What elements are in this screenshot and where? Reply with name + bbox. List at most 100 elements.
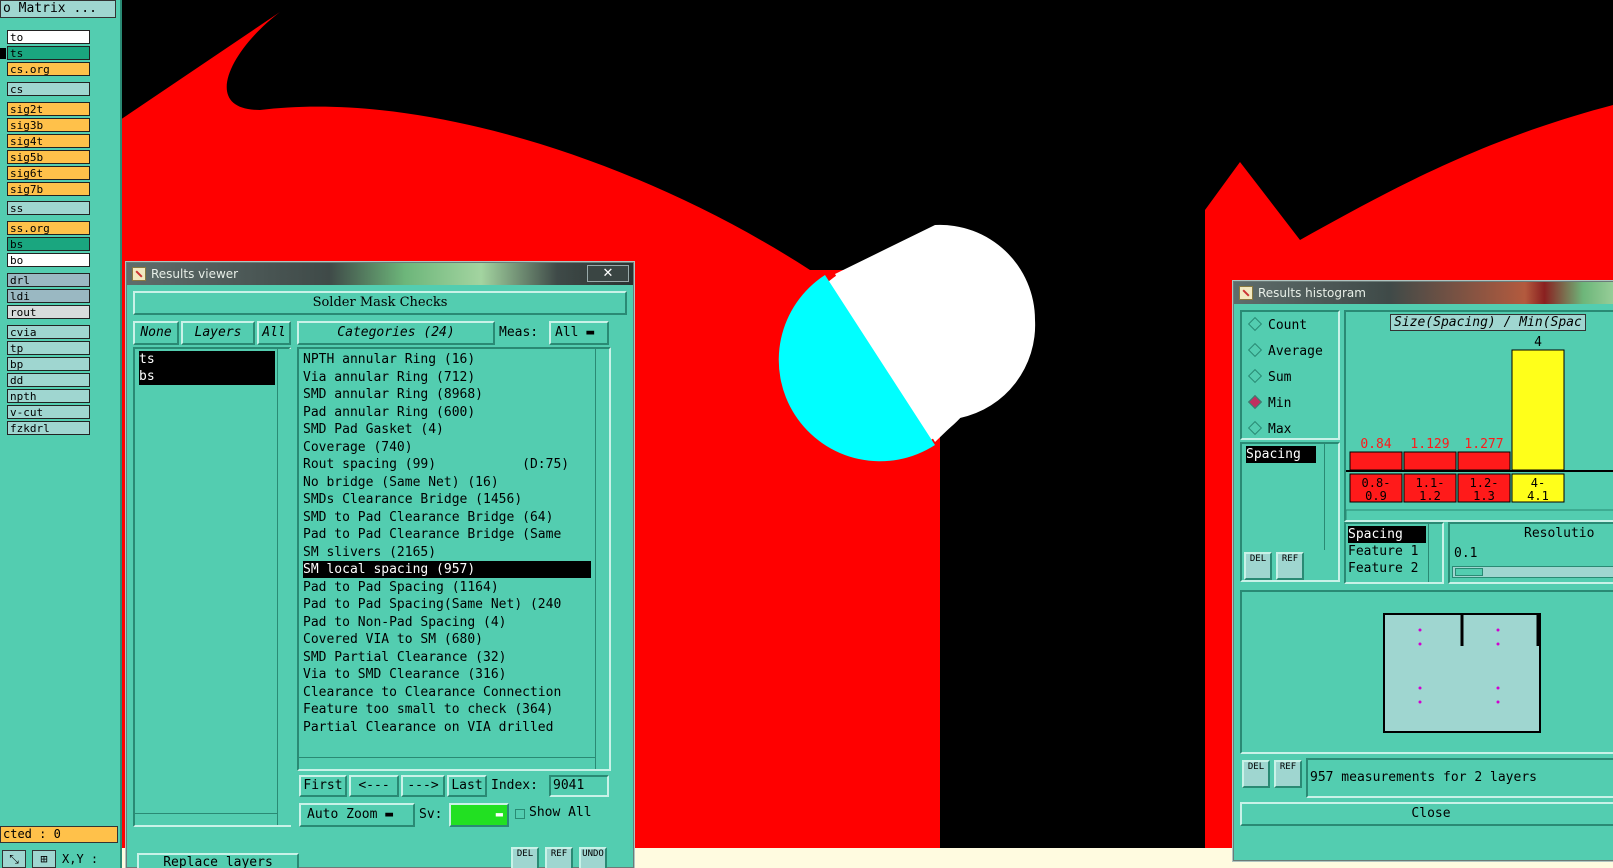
category-item[interactable]: SMD Partial Clearance (32) (303, 649, 591, 666)
histogram-bar[interactable] (1457, 451, 1511, 471)
layer-sig5b[interactable]: sig5b (7, 150, 90, 164)
category-item[interactable]: SMD to Pad Clearance Bridge (64) (303, 509, 591, 526)
layer-bs[interactable]: bs (7, 237, 90, 251)
ref-button[interactable]: REF (545, 847, 573, 868)
prev-button[interactable]: <--- (349, 775, 399, 797)
histogram-titlebar[interactable]: Results histogram (1234, 282, 1613, 304)
layer-rout[interactable]: rout (7, 305, 90, 319)
layer-item[interactable]: ts (139, 351, 275, 368)
index-input[interactable]: 9041 (549, 775, 609, 797)
category-item[interactable]: Rout spacing (99) (D:75) (303, 456, 591, 473)
category-item[interactable]: Via annular Ring (712) (303, 369, 591, 386)
histogram-bar[interactable] (1511, 349, 1565, 471)
all-layers-button[interactable]: All (257, 321, 291, 345)
categories-list[interactable]: NPTH annular Ring (16) Via annular Ring (… (297, 347, 611, 771)
category-item[interactable]: SMD Pad Gasket (4) (303, 421, 591, 438)
layer-ss[interactable]: ss (7, 201, 90, 215)
layer-sig4t[interactable]: sig4t (7, 134, 90, 148)
mode-radio-count[interactable]: Count (1247, 316, 1307, 334)
layer-sig3b[interactable]: sig3b (7, 118, 90, 132)
replace-layers-select[interactable]: Replace layers (137, 853, 299, 868)
auto-zoom-select[interactable]: Auto Zoom ▬ (299, 803, 415, 827)
field-list[interactable]: Spacing Feature 1 Feature 2 (1344, 522, 1444, 584)
layer-drl[interactable]: drl (7, 273, 90, 287)
first-button[interactable]: First (299, 775, 347, 797)
category-item[interactable]: Clearance to Clearance Connection (303, 684, 591, 701)
mode-radio-max[interactable]: Max (1247, 420, 1291, 438)
category-item[interactable]: Covered VIA to SM (680) (303, 631, 591, 648)
histogram-hscrollbar[interactable] (1346, 509, 1613, 522)
measure-scrollbar[interactable] (1324, 444, 1338, 550)
category-item[interactable]: SM local spacing (957) (303, 561, 591, 578)
layer-bo[interactable]: bo (7, 253, 90, 267)
categories-hscrollbar[interactable] (299, 757, 595, 769)
category-item[interactable]: Feature too small to check (364) (303, 701, 591, 718)
mode-radio-min[interactable]: Min (1247, 394, 1291, 412)
histogram-chart[interactable]: Size(Spacing) / Min(Spac 0.84 0.8- 0.9 1.12… (1344, 310, 1613, 522)
del-button[interactable]: DEL (1244, 552, 1272, 580)
matrix-title[interactable]: o Matrix ... (0, 0, 116, 18)
category-item[interactable]: Via to SMD Clearance (316) (303, 666, 591, 683)
grid-tool-icon[interactable]: ⊞ (32, 850, 56, 868)
field-scrollbar[interactable] (1428, 524, 1442, 582)
categories-button[interactable]: Categories (24) (297, 321, 495, 345)
layer-cs[interactable]: cs (7, 82, 90, 96)
layer-sig6t[interactable]: sig6t (7, 166, 90, 180)
measure-item[interactable]: Spacing (1246, 446, 1316, 463)
histogram-bar[interactable] (1403, 451, 1457, 471)
measure-list[interactable]: Spacing DEL REF (1240, 442, 1340, 582)
categories-scrollbar[interactable] (595, 349, 609, 769)
meas-select[interactable]: All ▬ (549, 321, 609, 345)
del-button[interactable]: DEL (1242, 760, 1270, 788)
layer-bp[interactable]: bp (7, 357, 90, 371)
field-item[interactable]: Feature 2 (1348, 560, 1426, 577)
category-item[interactable]: Partial Clearance on VIA drilled (303, 719, 591, 736)
ref-button[interactable]: REF (1276, 552, 1304, 580)
layer-npth[interactable]: npth (7, 389, 90, 403)
layers-hscrollbar[interactable] (135, 813, 277, 825)
cad-workspace[interactable]: o Matrix ... to ts cs.org cs sig2t sig3b sig4t… (0, 0, 1613, 868)
resolution-slider[interactable] (1452, 566, 1613, 578)
results-viewer-titlebar[interactable]: Results viewer ✕ (127, 263, 633, 285)
histogram-bars[interactable]: 0.84 0.8-0.9 1.129 1.1-1.2 1.277 1.2-1.3 4 4-4.… (1346, 312, 1613, 522)
layer-item[interactable]: bs (139, 368, 275, 385)
sv-color-select[interactable]: ▬ (449, 803, 509, 827)
undo-button[interactable]: UNDO (579, 847, 607, 868)
category-item[interactable]: Pad to Non-Pad Spacing (4) (303, 614, 591, 631)
close-icon[interactable]: ✕ (587, 265, 629, 282)
category-item[interactable]: Pad to Pad Spacing (1164) (303, 579, 591, 596)
category-item[interactable]: No bridge (Same Net) (16) (303, 474, 591, 491)
layer-cs.org[interactable]: cs.org (7, 62, 90, 76)
layers-scrollbar[interactable] (277, 349, 291, 825)
category-item[interactable]: Pad to Pad Spacing(Same Net) (240 (303, 596, 591, 613)
field-item[interactable]: Spacing (1348, 526, 1426, 543)
category-item[interactable]: SMD annular Ring (8968) (303, 386, 591, 403)
layer-ss.org[interactable]: ss.org (7, 221, 90, 235)
layer-ts[interactable]: ts (0, 46, 90, 60)
category-item[interactable]: Pad to Pad Clearance Bridge (Same (303, 526, 591, 543)
pointer-tool-icon[interactable]: ⤡ (2, 850, 26, 868)
layer-fzkdrl[interactable]: fzkdrl (7, 421, 90, 435)
none-button[interactable]: None (133, 321, 179, 345)
layer-sig2t[interactable]: sig2t (7, 102, 90, 116)
layer-dd[interactable]: dd (7, 373, 90, 387)
category-item[interactable]: NPTH annular Ring (16) (303, 351, 591, 368)
close-button[interactable]: Close (1240, 802, 1613, 826)
layer-sig7b[interactable]: sig7b (7, 182, 90, 196)
layer-tp[interactable]: tp (7, 341, 90, 355)
category-item[interactable]: SM slivers (2165) (303, 544, 591, 561)
category-item[interactable]: SMDs Clearance Bridge (1456) (303, 491, 591, 508)
del-button[interactable]: DEL (511, 847, 539, 868)
mode-radio-average[interactable]: Average (1247, 342, 1323, 360)
histogram-bar[interactable] (1349, 451, 1403, 471)
next-button[interactable]: ---> (401, 775, 445, 797)
last-button[interactable]: Last (447, 775, 487, 797)
ref-button[interactable]: REF (1274, 760, 1302, 788)
layers-button[interactable]: Layers (181, 321, 255, 345)
slider-handle[interactable] (1455, 568, 1483, 576)
layers-list[interactable]: ts bs (133, 347, 291, 827)
mode-radio-sum[interactable]: Sum (1247, 368, 1291, 386)
layer-v-cut[interactable]: v-cut (7, 405, 90, 419)
layer-cvia[interactable]: cvia (7, 325, 90, 339)
category-item[interactable]: Pad annular Ring (600) (303, 404, 591, 421)
